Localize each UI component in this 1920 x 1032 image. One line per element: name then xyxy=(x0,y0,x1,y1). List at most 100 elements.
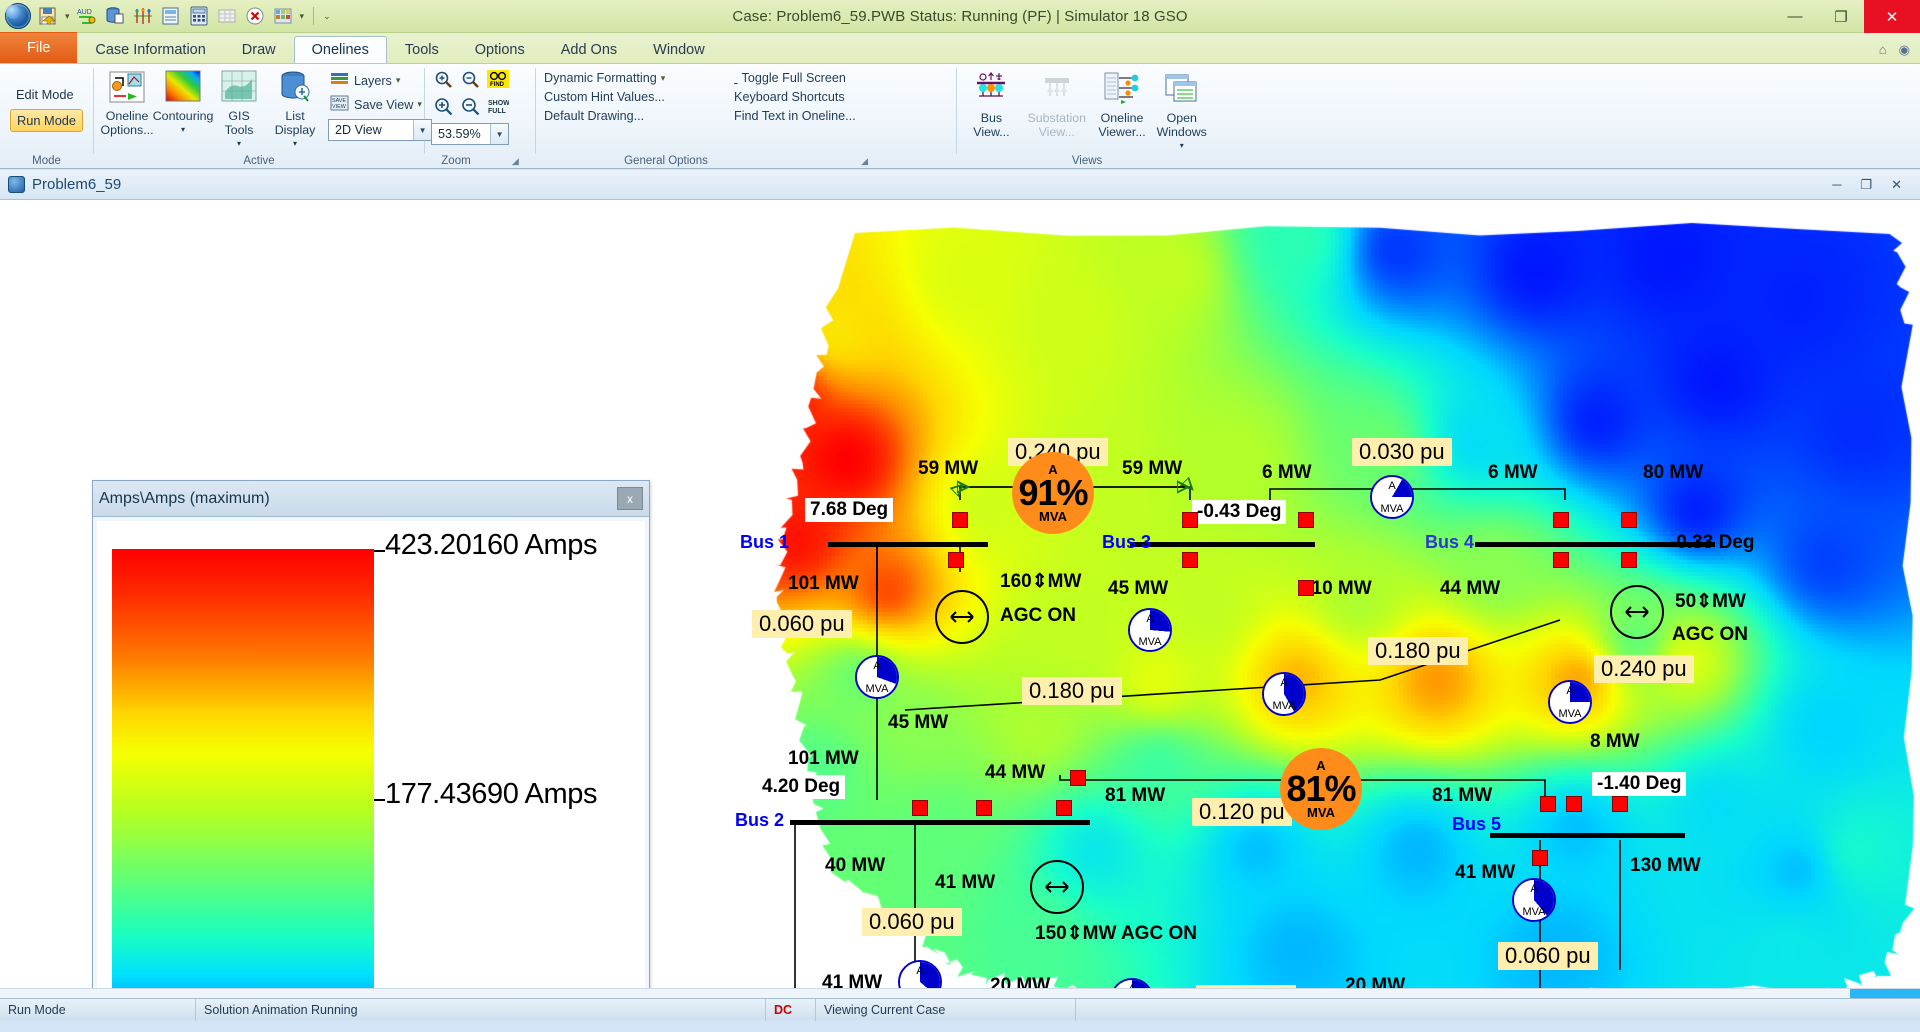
layers-caret-icon[interactable]: ▾ xyxy=(396,75,401,86)
gen-mw-mid: 150 xyxy=(1035,923,1067,944)
oneline-canvas[interactable]: Bus 1 Bus 2 Bus 3 Bus 4 Bus 5 Bus 6 Bus … xyxy=(0,200,1920,1020)
ammeter-pie-b5b7[interactable]: A MVA xyxy=(1512,878,1556,922)
list-display-button[interactable]: List Display ▾ xyxy=(268,67,322,151)
zoom-in-area-icon[interactable] xyxy=(433,69,455,89)
bus-bar-5[interactable] xyxy=(1490,833,1685,838)
tab-file[interactable]: File xyxy=(0,32,78,63)
percent-loading-b2b5[interactable]: A MVA 81% xyxy=(1280,748,1362,830)
ammeter-pie-b3[interactable]: A MVA xyxy=(1128,608,1172,652)
maximize-button[interactable]: ❐ xyxy=(1818,0,1864,33)
zoom-out-area-icon[interactable] xyxy=(460,69,482,89)
transformer-bus4[interactable] xyxy=(1610,585,1664,639)
breaker-8[interactable] xyxy=(1621,512,1637,528)
bus-view-label: Bus View... xyxy=(973,111,1010,139)
dynamic-formatting-button[interactable]: Dynamic Formatting ▾ xyxy=(542,69,732,87)
default-drawing-button[interactable]: Default Drawing... xyxy=(542,107,732,125)
bus-view-button[interactable]: Bus View... xyxy=(963,67,1020,139)
percent-loading-b1b3[interactable]: A MVA 91% xyxy=(1012,452,1094,534)
gen-unit-bus1: MW xyxy=(1047,571,1082,592)
dynamic-formatting-caret-icon[interactable]: ▾ xyxy=(661,73,666,84)
find-icon[interactable]: FIND xyxy=(487,69,510,89)
breaker-1[interactable] xyxy=(952,512,968,528)
horizontal-scrollbar[interactable] xyxy=(0,988,1920,999)
tab-add-ons[interactable]: Add Ons xyxy=(543,36,635,63)
contouring-button[interactable]: Contouring ▾ xyxy=(153,67,213,137)
window-controls[interactable]: — ❐ ✕ xyxy=(1772,0,1920,33)
general-options-dialog-launcher-icon[interactable]: ◢ xyxy=(861,156,868,166)
bus-bar-1[interactable] xyxy=(828,542,988,547)
transformer-mid[interactable] xyxy=(1030,860,1084,914)
tab-onelines[interactable]: Onelines xyxy=(293,36,387,63)
gis-tools-button[interactable]: GIS Tools ▾ xyxy=(212,67,266,151)
breaker-12[interactable] xyxy=(976,800,992,816)
ammeter-A-5: A xyxy=(1566,685,1574,697)
toggle-full-screen-button[interactable]: Toggle Full Screen xyxy=(732,69,942,87)
gen-unit-mid: MW AGC ON xyxy=(1082,923,1197,944)
breaker-3[interactable] xyxy=(1182,552,1198,568)
zoom-out-icon[interactable] xyxy=(460,96,482,116)
oneline-viewer-button[interactable]: Oneline Viewer... xyxy=(1094,67,1151,139)
bus-bar-2[interactable] xyxy=(790,820,1090,825)
transformer-bus1[interactable] xyxy=(935,590,989,644)
contouring-caret-icon[interactable]: ▾ xyxy=(181,123,185,137)
mdi-minimize-button[interactable]: ─ xyxy=(1832,177,1841,193)
run-mode-button[interactable]: Run Mode xyxy=(10,109,84,132)
close-button[interactable]: ✕ xyxy=(1864,0,1920,33)
breaker-26[interactable] xyxy=(1070,770,1086,786)
zoom-dialog-launcher-icon[interactable]: ◢ xyxy=(512,156,519,166)
breaker-14[interactable] xyxy=(1540,796,1556,812)
layers-button[interactable]: Layers ▾ xyxy=(328,69,432,92)
ammeter-A-7: A xyxy=(916,965,924,977)
ribbon-tab-bar[interactable]: File Case Information Draw Onelines Tool… xyxy=(0,32,1920,64)
ammeter-pie-b2b4mid[interactable]: A MVA xyxy=(1262,672,1306,716)
zoom-level-caret-icon[interactable]: ▼ xyxy=(490,124,509,144)
tab-options[interactable]: Options xyxy=(457,36,543,63)
list-display-caret-icon[interactable]: ▾ xyxy=(293,137,297,151)
breaker-7[interactable] xyxy=(1553,552,1569,568)
breaker-13[interactable] xyxy=(1056,800,1072,816)
edit-mode-button[interactable]: Edit Mode xyxy=(10,84,83,105)
oneline-options-icon xyxy=(108,70,146,107)
breaker-6[interactable] xyxy=(1553,512,1569,528)
ammeter-pie-b4b5[interactable]: A MVA xyxy=(1548,680,1592,724)
show-full-icon[interactable]: SHOW FULL xyxy=(487,96,509,116)
breaker-17[interactable] xyxy=(1532,850,1548,866)
open-windows-caret-icon[interactable]: ▾ xyxy=(1180,139,1184,153)
tab-window[interactable]: Window xyxy=(635,36,723,63)
save-view-button[interactable]: SAVE VIEW Save View ▾ xyxy=(328,93,432,116)
breaker-10[interactable] xyxy=(948,552,964,568)
help-icon[interactable]: ◉ xyxy=(1899,42,1910,58)
zoom-level-combo[interactable]: 53.59% ▼ xyxy=(431,123,510,145)
ammeter-pie-b1b2[interactable]: A MVA xyxy=(855,655,899,699)
breaker-2[interactable] xyxy=(1182,512,1198,528)
breaker-15[interactable] xyxy=(1566,796,1582,812)
flow-label-b3-load45: 45 MW xyxy=(1108,578,1169,599)
ammeter-pie-b3b4[interactable]: A MVA xyxy=(1370,475,1414,519)
breaker-5[interactable] xyxy=(1298,580,1314,596)
breaker-16[interactable] xyxy=(1612,796,1628,812)
oneline-options-button[interactable]: Oneline Options... xyxy=(100,67,154,137)
tab-draw[interactable]: Draw xyxy=(224,36,294,63)
mdi-close-button[interactable]: ✕ xyxy=(1891,177,1902,193)
legend-close-button[interactable]: x xyxy=(617,487,643,510)
tab-tools[interactable]: Tools xyxy=(387,36,457,63)
save-view-caret-icon[interactable]: ▾ xyxy=(417,99,422,110)
breaker-4[interactable] xyxy=(1298,512,1314,528)
tab-case-information[interactable]: Case Information xyxy=(77,36,223,63)
bus-bar-3[interactable] xyxy=(1130,542,1315,547)
keyboard-shortcuts-button[interactable]: Keyboard Shortcuts xyxy=(732,88,942,106)
ammeter-A-label-1: A xyxy=(1048,462,1058,477)
home-icon[interactable]: ⌂ xyxy=(1879,42,1887,58)
breaker-9[interactable] xyxy=(1621,552,1637,568)
minimize-button[interactable]: — xyxy=(1772,0,1818,33)
breaker-11[interactable] xyxy=(912,800,928,816)
mdi-restore-button[interactable]: ❐ xyxy=(1860,177,1872,193)
zoom-in-icon[interactable] xyxy=(433,96,455,116)
open-windows-button[interactable]: Open Windows ▾ xyxy=(1152,67,1211,153)
angle-label-bus5: -1.40 Deg xyxy=(1592,772,1687,796)
contour-legend-window[interactable]: Amps\Amps (maximum) x 423.20160 Amps 177… xyxy=(92,480,650,1020)
view-select-combo[interactable]: 2D View ▼ xyxy=(328,119,433,141)
custom-hint-values-button[interactable]: Custom Hint Values... xyxy=(542,88,732,106)
gis-tools-caret-icon[interactable]: ▾ xyxy=(237,137,241,151)
find-text-in-oneline-button[interactable]: Find Text in Oneline... xyxy=(732,107,942,125)
